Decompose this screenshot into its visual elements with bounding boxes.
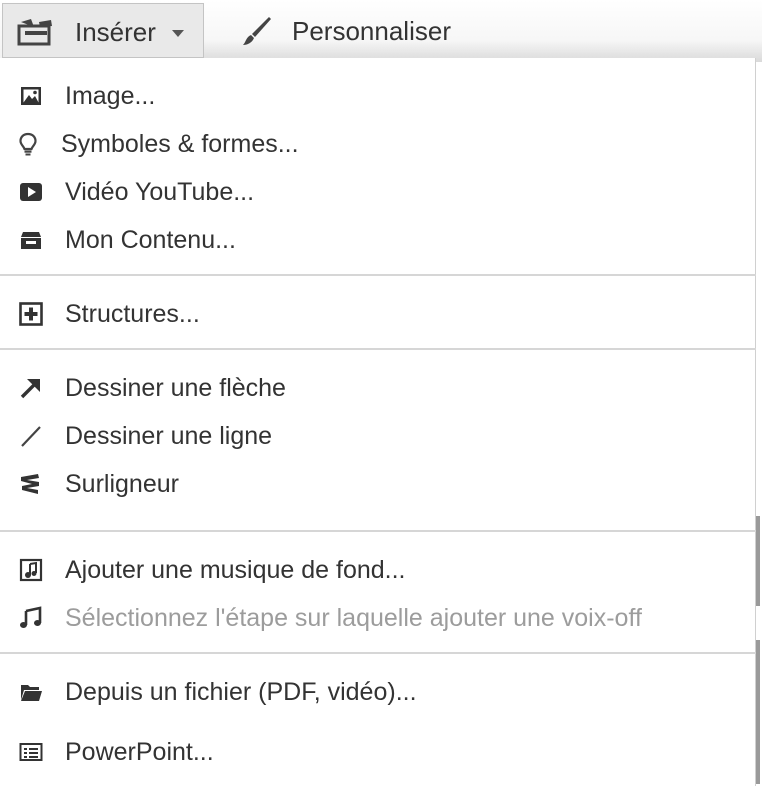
menu-item-label: Mon Contenu... xyxy=(65,226,236,254)
plus-square-icon xyxy=(19,302,43,326)
menu-item-label: PowerPoint... xyxy=(65,738,214,766)
customize-button[interactable]: Personnaliser xyxy=(236,6,476,56)
menu-item-voice-over: Sélectionnez l'étape sur laquelle ajoute… xyxy=(0,594,756,640)
toolbar: Insérer Personnaliser xyxy=(0,0,762,62)
play-icon xyxy=(20,183,42,201)
menu-item-youtube-video[interactable]: Vidéo YouTube... xyxy=(0,168,756,214)
line-icon xyxy=(21,426,41,447)
menu-item-background-music[interactable]: Ajouter une musique de fond... xyxy=(0,546,756,592)
menu-separator xyxy=(0,652,756,654)
background-edge xyxy=(756,640,760,784)
insert-button[interactable]: Insérer xyxy=(2,3,204,58)
menu-item-label: Sélectionnez l'étape sur laquelle ajoute… xyxy=(65,604,642,632)
menu-item-powerpoint[interactable]: PowerPoint... xyxy=(0,728,756,774)
menu-item-draw-line[interactable]: Dessiner une ligne xyxy=(0,412,756,458)
slides-icon xyxy=(19,743,43,761)
menu-separator xyxy=(0,348,756,350)
menu-item-label: Depuis un fichier (PDF, vidéo)... xyxy=(65,678,417,706)
menu-item-label: Symboles & formes... xyxy=(61,130,299,158)
background-edge xyxy=(756,516,760,606)
menu-separator xyxy=(0,274,756,276)
menu-item-draw-arrow[interactable]: Dessiner une flèche xyxy=(0,364,756,410)
menu-item-label: Image... xyxy=(65,82,156,110)
music-note-icon xyxy=(20,606,42,628)
menu-item-from-file[interactable]: Depuis un fichier (PDF, vidéo)... xyxy=(0,668,756,714)
menu-item-structures[interactable]: Structures... xyxy=(0,290,756,336)
menu-item-highlighter[interactable]: Surligneur xyxy=(0,460,756,506)
insert-button-label: Insérer xyxy=(75,17,156,47)
menu-item-label: Surligneur xyxy=(65,470,179,498)
menu-item-label: Structures... xyxy=(65,300,200,328)
menu-separator xyxy=(0,530,756,532)
menu-item-label: Ajouter une musique de fond... xyxy=(65,556,406,584)
highlighter-icon xyxy=(21,474,39,494)
insert-icon xyxy=(17,19,52,46)
menu-item-symbols-shapes[interactable]: Symboles & formes... xyxy=(0,120,756,166)
archive-box-icon xyxy=(21,232,41,249)
menu-item-label: Dessiner une ligne xyxy=(65,422,273,450)
menu-item-my-content[interactable]: Mon Contenu... xyxy=(0,216,756,262)
menu-item-image[interactable]: Image... xyxy=(0,72,756,118)
arrow-icon xyxy=(20,379,40,399)
brush-icon xyxy=(243,17,271,45)
customize-button-label: Personnaliser xyxy=(292,16,451,46)
music-file-icon xyxy=(19,558,43,582)
folder-icon xyxy=(21,685,42,701)
lightbulb-icon xyxy=(19,132,37,156)
insert-dropdown-menu: Image... Symboles & formes... Vidéo YouT… xyxy=(0,58,756,786)
menu-item-label: Dessiner une flèche xyxy=(65,374,286,402)
image-icon xyxy=(21,87,41,105)
menu-item-label: Vidéo YouTube... xyxy=(65,178,255,206)
chevron-down-icon xyxy=(172,30,184,37)
